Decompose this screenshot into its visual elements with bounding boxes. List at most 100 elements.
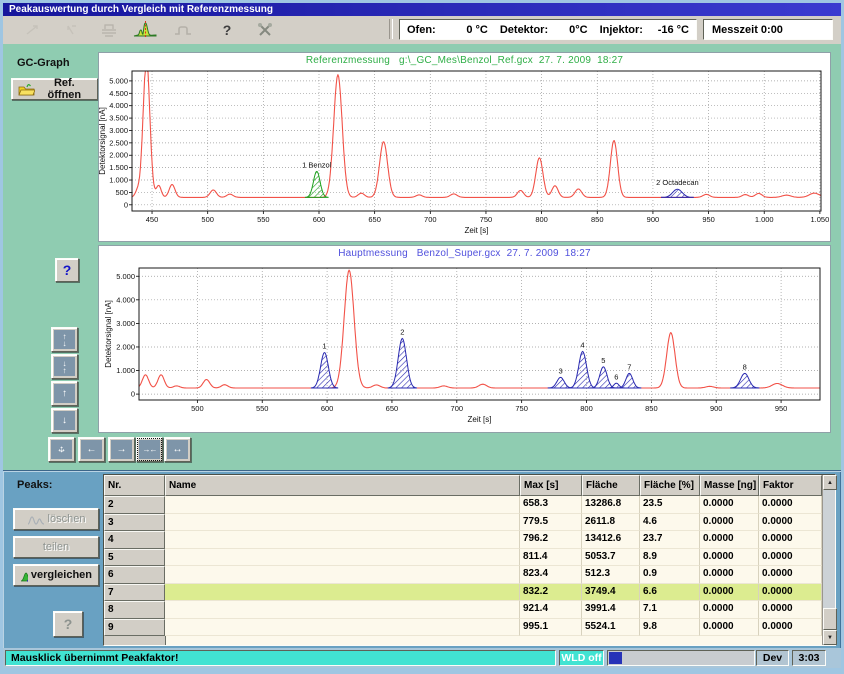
svg-text:700: 700 — [424, 215, 437, 224]
scroll-up-button[interactable]: ▲ — [823, 475, 837, 490]
row-number-cell[interactable]: 8 — [104, 601, 165, 619]
messzeit-value: Messzeit 0:00 — [712, 24, 783, 36]
compare-peaks-button[interactable]: vergleichen — [13, 564, 99, 586]
table-row[interactable]: 9995.15524.19.80.00000.0000 — [104, 619, 822, 637]
table-cell[interactable]: 658.3 — [520, 496, 582, 514]
table-cell[interactable] — [165, 514, 520, 532]
table-scrollbar[interactable]: ▲ ▼ — [822, 475, 835, 645]
table-row[interactable]: 2658.313286.823.50.00000.0000 — [104, 496, 822, 514]
table-cell[interactable] — [165, 584, 520, 602]
svg-text:900: 900 — [647, 215, 660, 224]
table-cell[interactable]: 23.5 — [640, 496, 700, 514]
table-cell[interactable]: 0.0000 — [700, 584, 759, 602]
table-row[interactable]: 7832.23749.46.60.00000.0000 — [104, 584, 822, 602]
history-icon-button[interactable] — [19, 18, 47, 41]
peaks-table-grid: Nr.NameMax [s]FlächeFläche [%]Masse [ng]… — [104, 475, 822, 645]
row-number-cell[interactable]: 6 — [104, 566, 165, 584]
table-cell[interactable]: 2611.8 — [582, 514, 640, 532]
table-cell[interactable]: 0.0000 — [700, 601, 759, 619]
table-cell[interactable]: 0.0000 — [759, 584, 822, 602]
table-cell[interactable] — [165, 549, 520, 567]
zoom-expand-vertical-button[interactable]: ↑↓ — [51, 327, 78, 352]
table-cell[interactable]: 0.0000 — [759, 514, 822, 532]
row-number-cell[interactable]: 5 — [104, 549, 165, 567]
table-cell[interactable] — [165, 496, 520, 514]
marker-icon-button[interactable] — [59, 18, 87, 41]
zoom-compress-vertical-button[interactable]: ↓↑ — [51, 354, 78, 379]
table-cell[interactable]: 823.4 — [520, 566, 582, 584]
svg-text:4.500: 4.500 — [109, 89, 128, 98]
table-cell[interactable]: 0.0000 — [759, 601, 822, 619]
table-cell[interactable]: 811.4 — [520, 549, 582, 567]
table-cell[interactable]: 13286.8 — [582, 496, 640, 514]
pan-up-button[interactable]: ↑ — [51, 381, 78, 406]
print-icon-button[interactable] — [95, 18, 123, 41]
table-cell[interactable]: 832.2 — [520, 584, 582, 602]
table-cell[interactable]: 0.0000 — [759, 566, 822, 584]
table-cell[interactable] — [165, 566, 520, 584]
table-row[interactable]: 3779.52611.84.60.00000.0000 — [104, 514, 822, 532]
table-row[interactable]: 4796.213412.623.70.00000.0000 — [104, 531, 822, 549]
row-number-cell[interactable]: 9 — [104, 619, 165, 637]
table-cell[interactable]: 0.0000 — [700, 549, 759, 567]
scroll-thumb[interactable] — [823, 608, 837, 630]
pan-right-button[interactable]: → — [108, 437, 135, 462]
table-cell[interactable]: 6.6 — [640, 584, 700, 602]
table-cell[interactable]: 779.5 — [520, 514, 582, 532]
table-row[interactable]: 5811.45053.78.90.00000.0000 — [104, 549, 822, 567]
ofen-value: 0 °C — [466, 24, 488, 36]
table-cell[interactable]: 5053.7 — [582, 549, 640, 567]
table-cell[interactable] — [165, 601, 520, 619]
table-cell[interactable]: 0.0000 — [759, 619, 822, 637]
peaks-label: Peaks: — [17, 479, 52, 491]
table-cell[interactable]: 0.0000 — [759, 549, 822, 567]
table-cell[interactable] — [165, 619, 520, 637]
table-cell[interactable]: 0.0000 — [700, 514, 759, 532]
table-cell[interactable]: 995.1 — [520, 619, 582, 637]
table-row[interactable]: 6823.4512.30.90.00000.0000 — [104, 566, 822, 584]
table-cell[interactable]: 7.1 — [640, 601, 700, 619]
peak-analysis-icon-button[interactable] — [131, 18, 159, 41]
delete-peak-button[interactable]: löschen — [13, 508, 99, 530]
table-cell[interactable]: 9.8 — [640, 619, 700, 637]
table-cell[interactable]: 0.0000 — [700, 496, 759, 514]
table-cell[interactable]: 512.3 — [582, 566, 640, 584]
split-peak-button[interactable]: teilen — [13, 536, 99, 558]
pan-left-button[interactable]: ← — [78, 437, 105, 462]
graph-help-button[interactable]: ? — [55, 258, 79, 282]
reference-chart-canvas[interactable]: 05001.0001.5002.0002.5003.0003.5004.0004… — [99, 67, 830, 241]
baseline-tool-icon-button[interactable] — [169, 18, 197, 41]
table-cell[interactable]: 0.9 — [640, 566, 700, 584]
table-cell[interactable]: 0.0000 — [700, 531, 759, 549]
pan-free-button[interactable]: ↔↕ — [48, 437, 75, 462]
haupt-chart-canvas[interactable]: 01.0002.0003.0004.0005.00050055060065070… — [99, 260, 830, 432]
scroll-down-button[interactable]: ▼ — [823, 630, 837, 645]
table-cell[interactable]: 0.0000 — [759, 496, 822, 514]
tools-icon-button[interactable] — [251, 18, 279, 41]
table-cell[interactable] — [165, 531, 520, 549]
help-icon-button[interactable]: ? — [213, 18, 241, 41]
table-cell[interactable]: 3749.4 — [582, 584, 640, 602]
zoom-expand-horizontal-button[interactable]: ↔ — [164, 437, 191, 462]
table-cell[interactable]: 13412.6 — [582, 531, 640, 549]
table-row[interactable]: 8921.43991.47.10.00000.0000 — [104, 601, 822, 619]
row-number-cell[interactable]: 4 — [104, 531, 165, 549]
row-number-cell[interactable]: 3 — [104, 514, 165, 532]
table-cell[interactable]: 796.2 — [520, 531, 582, 549]
table-cell[interactable]: 3991.4 — [582, 601, 640, 619]
table-cell[interactable]: 8.9 — [640, 549, 700, 567]
table-cell[interactable]: 0.0000 — [759, 531, 822, 549]
row-number-cell[interactable]: 7 — [104, 584, 165, 602]
table-cell[interactable]: 0.0000 — [700, 566, 759, 584]
svg-text:Detektorsignal [nA]: Detektorsignal [nA] — [104, 300, 113, 368]
table-cell[interactable]: 4.6 — [640, 514, 700, 532]
table-cell[interactable]: 921.4 — [520, 601, 582, 619]
pan-down-button[interactable]: ↓ — [51, 408, 78, 433]
table-cell[interactable]: 0.0000 — [700, 619, 759, 637]
ref-open-button[interactable]: Ref. öffnen — [11, 78, 98, 100]
peaks-help-button[interactable]: ? — [53, 611, 83, 637]
zoom-compress-horizontal-button[interactable]: →← — [136, 437, 163, 462]
table-cell[interactable]: 23.7 — [640, 531, 700, 549]
table-cell[interactable]: 5524.1 — [582, 619, 640, 637]
row-number-cell[interactable]: 2 — [104, 496, 165, 514]
